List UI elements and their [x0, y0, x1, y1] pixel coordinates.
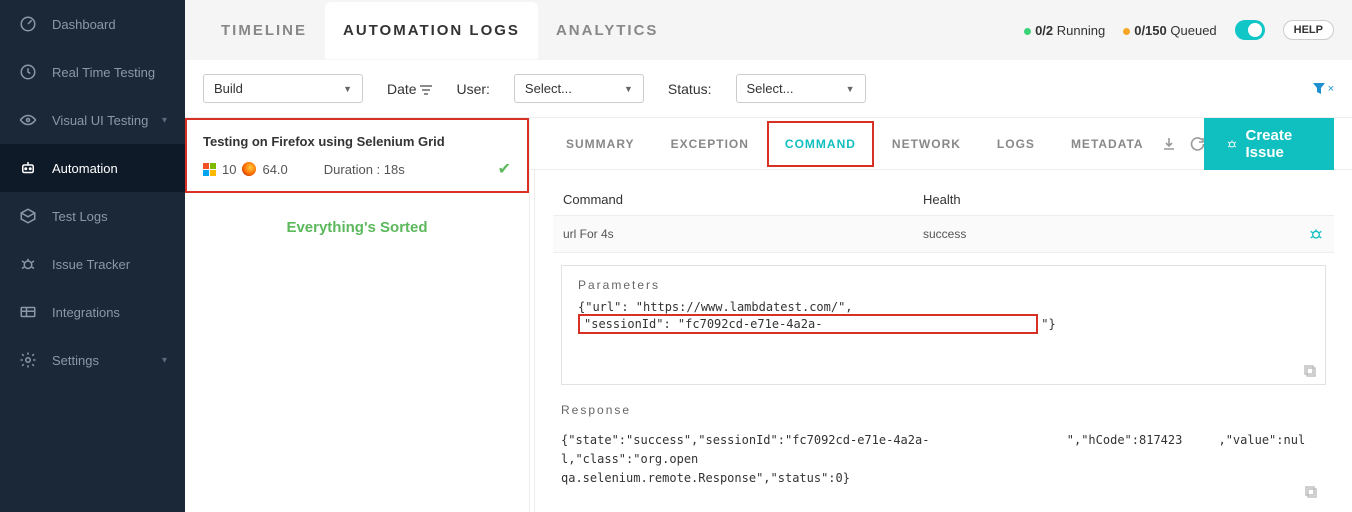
grid-icon	[18, 302, 38, 322]
status-select-placeholder: Select...	[747, 81, 794, 96]
browser-version: 64.0	[262, 162, 287, 177]
sidebar-item-label: Visual UI Testing	[52, 113, 148, 128]
sidebar-item-label: Real Time Testing	[52, 65, 155, 80]
health-cell: success	[923, 227, 1308, 241]
refresh-icon[interactable]	[1190, 137, 1204, 151]
status-label: Status:	[668, 81, 712, 97]
tab-network[interactable]: NETWORK	[874, 121, 979, 167]
sidebar-item-testlogs[interactable]: Test Logs	[0, 192, 185, 240]
chevron-down-icon: ▾	[162, 355, 167, 366]
test-title: Testing on Firefox using Selenium Grid	[203, 134, 511, 149]
tab-metadata[interactable]: METADATA	[1053, 121, 1162, 167]
chevron-down-icon: ▼	[343, 84, 352, 94]
response-title: Response	[561, 403, 1326, 417]
running-status: 0/2 Running	[1024, 23, 1105, 38]
command-row[interactable]: url For 4s success	[553, 215, 1334, 253]
toggle-pill[interactable]	[1235, 20, 1265, 40]
col-header-command: Command	[563, 192, 923, 207]
windows-icon	[203, 163, 216, 176]
tab-analytics[interactable]: ANALYTICS	[538, 2, 676, 59]
gear-icon	[18, 350, 38, 370]
parameters-highlight: "sessionId": "fc7092cd-e71e-4a2a-xxxxxxx…	[578, 314, 1038, 334]
sidebar-item-automation[interactable]: Automation	[0, 144, 185, 192]
tab-exception[interactable]: EXCEPTION	[653, 121, 767, 167]
sidebar-item-visual[interactable]: Visual UI Testing ▾	[0, 96, 185, 144]
parameters-title: Parameters	[578, 278, 1309, 292]
sorted-message: Everything's Sorted	[185, 193, 529, 262]
sidebar-item-label: Test Logs	[52, 209, 108, 224]
parameters-box: Parameters {"url": "https://www.lambdate…	[561, 265, 1326, 385]
build-select[interactable]: Build ▼	[203, 74, 363, 103]
response-text: {"state":"success","sessionId":"fc7092cd…	[561, 425, 1326, 495]
parameters-prefix: {"url": "https://www.lambdatest.com/",	[578, 300, 853, 314]
command-table-header: Command Health	[553, 184, 1334, 215]
sidebar-item-label: Issue Tracker	[52, 257, 130, 272]
sidebar-item-integrations[interactable]: Integrations	[0, 288, 185, 336]
command-pane: Command Health url For 4s success Parame…	[534, 170, 1352, 512]
row-bug-icon[interactable]	[1308, 226, 1324, 242]
help-button[interactable]: HELP	[1283, 20, 1334, 40]
dashboard-icon	[18, 14, 38, 34]
sidebar-item-settings[interactable]: Settings ▾	[0, 336, 185, 384]
tab-automation-logs[interactable]: AUTOMATION LOGS	[325, 2, 538, 59]
sidebar: Dashboard Real Time Testing Visual UI Te…	[0, 0, 185, 512]
command-cell: url For 4s	[563, 227, 923, 241]
status-block: 0/2 Running 0/150 Queued HELP	[1024, 20, 1334, 40]
user-select-placeholder: Select...	[525, 81, 572, 96]
firefox-icon	[242, 162, 256, 176]
filter-bar: Build ▼ Date User: Select... ▼ Status: S…	[185, 60, 1352, 118]
status-select[interactable]: Select... ▼	[736, 74, 866, 103]
download-icon[interactable]	[1162, 137, 1176, 151]
chevron-down-icon: ▾	[162, 115, 167, 126]
sidebar-item-issuetracker[interactable]: Issue Tracker	[0, 240, 185, 288]
build-select-label: Build	[214, 81, 243, 96]
copy-icon[interactable]	[1304, 485, 1318, 499]
sidebar-item-label: Dashboard	[52, 17, 116, 32]
sidebar-item-label: Automation	[52, 161, 118, 176]
eye-icon	[18, 110, 38, 130]
queued-status: 0/150 Queued	[1123, 23, 1216, 38]
date-filter[interactable]: Date	[387, 81, 432, 97]
main: TIMELINE AUTOMATION LOGS ANALYTICS 0/2 R…	[185, 0, 1352, 512]
chevron-down-icon: ▼	[846, 84, 855, 94]
col-header-health: Health	[923, 192, 1324, 207]
topbar: TIMELINE AUTOMATION LOGS ANALYTICS 0/2 R…	[185, 0, 1352, 60]
tab-logs[interactable]: LOGS	[979, 121, 1053, 167]
robot-icon	[18, 158, 38, 178]
create-issue-button[interactable]: Create Issue	[1204, 118, 1334, 170]
sidebar-item-label: Integrations	[52, 305, 120, 320]
right-column: SUMMARY EXCEPTION COMMAND NETWORK LOGS M…	[530, 118, 1352, 512]
left-column: Testing on Firefox using Selenium Grid 1…	[185, 118, 530, 512]
sidebar-item-realtime[interactable]: Real Time Testing	[0, 48, 185, 96]
box-icon	[18, 206, 38, 226]
detail-tabs: SUMMARY EXCEPTION COMMAND NETWORK LOGS M…	[530, 118, 1352, 170]
tab-summary[interactable]: SUMMARY	[548, 121, 653, 167]
detail-tab-actions	[1162, 137, 1204, 151]
check-icon: ✔	[498, 159, 511, 179]
test-meta: 10 64.0 Duration : 18s ✔	[203, 159, 511, 179]
clock-icon	[18, 62, 38, 82]
test-duration: Duration : 18s	[324, 162, 405, 177]
user-label: User:	[456, 81, 489, 97]
filter-clear[interactable]: ×	[1312, 82, 1334, 96]
chevron-down-icon: ▼	[624, 84, 633, 94]
body-row: Testing on Firefox using Selenium Grid 1…	[185, 118, 1352, 512]
tab-command[interactable]: COMMAND	[767, 121, 874, 167]
parameters-suffix: "}	[1041, 317, 1055, 331]
user-select[interactable]: Select... ▼	[514, 74, 644, 103]
os-version: 10	[222, 162, 236, 177]
response-box: Response {"state":"success","sessionId":…	[561, 403, 1326, 495]
copy-icon[interactable]	[1303, 364, 1317, 378]
test-card[interactable]: Testing on Firefox using Selenium Grid 1…	[185, 118, 529, 193]
bug-icon	[18, 254, 38, 274]
tab-timeline[interactable]: TIMELINE	[203, 2, 325, 59]
sidebar-item-label: Settings	[52, 353, 99, 368]
sidebar-item-dashboard[interactable]: Dashboard	[0, 0, 185, 48]
